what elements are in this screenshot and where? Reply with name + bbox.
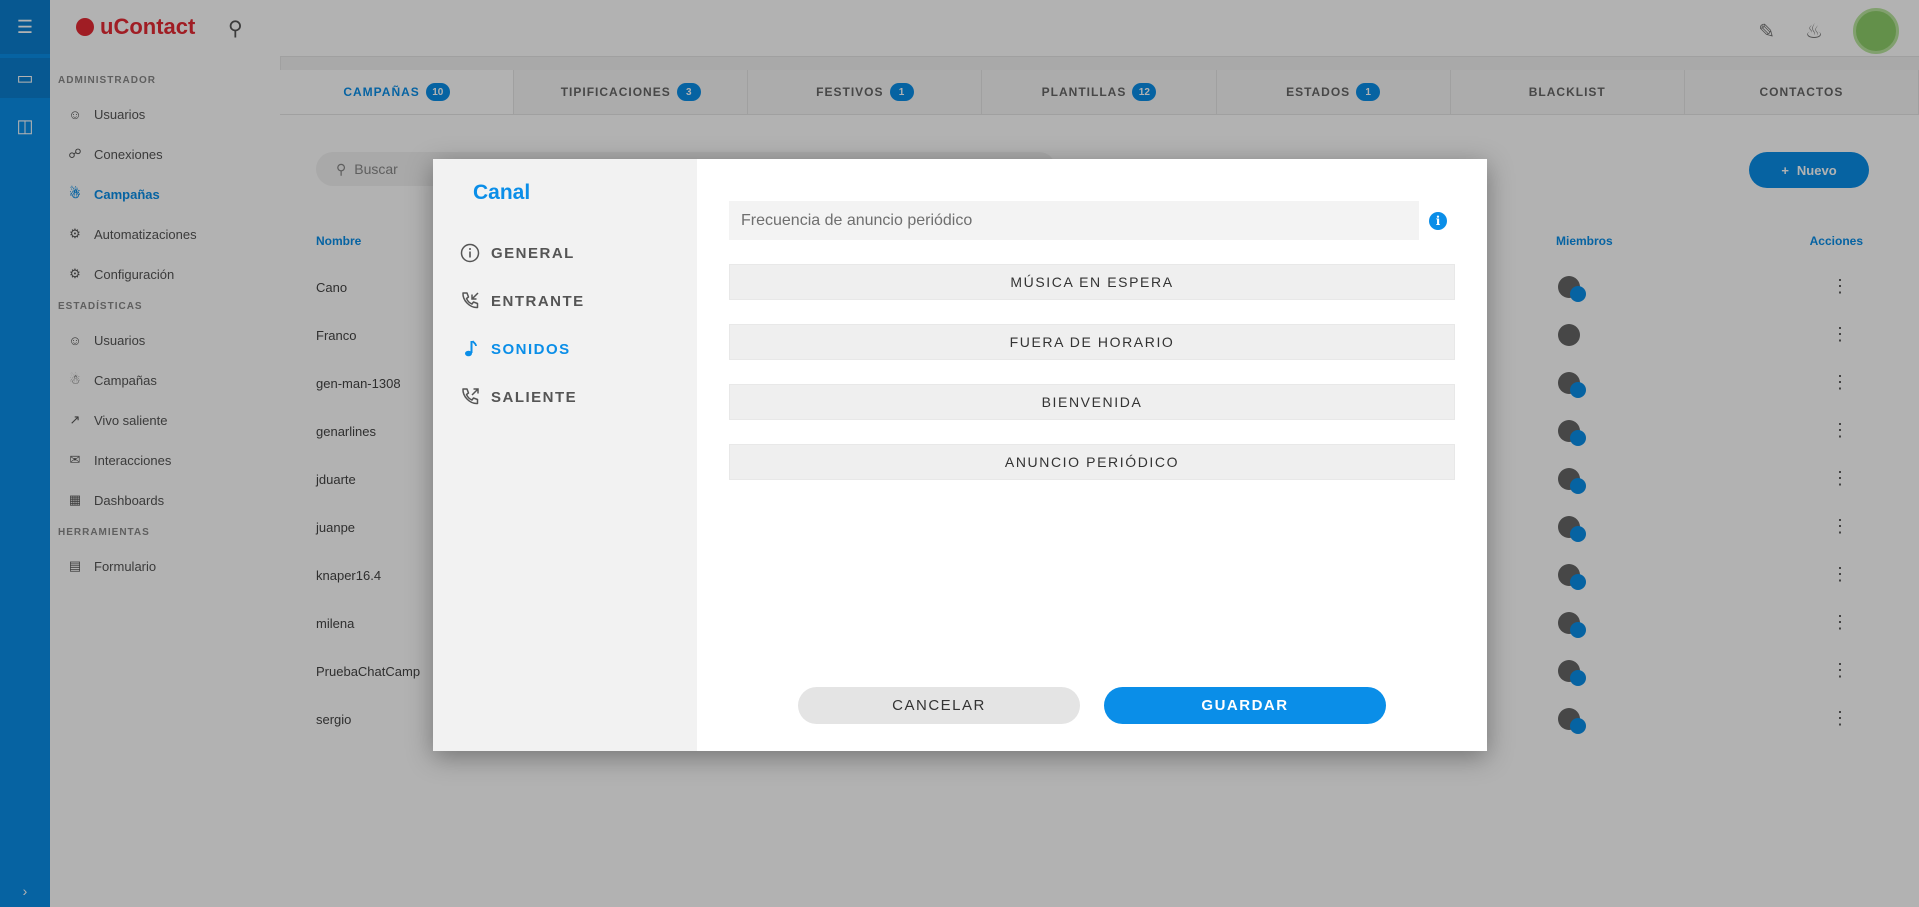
save-button[interactable]: GUARDAR	[1104, 687, 1386, 724]
dialog-menu-entrante[interactable]: ENTRANTE	[433, 277, 697, 325]
cancel-button[interactable]: CANCELAR	[798, 687, 1080, 724]
incoming-call-icon	[459, 290, 481, 312]
outgoing-call-icon	[459, 386, 481, 408]
info-icon[interactable]: i	[1429, 211, 1447, 230]
welcome-button[interactable]: BIENVENIDA	[729, 384, 1455, 420]
dialog-sidebar: Canal GENERAL ENTRANTE SONIDOS SALIENTE	[433, 159, 697, 751]
frequency-input[interactable]	[729, 201, 1419, 240]
channel-dialog: Canal GENERAL ENTRANTE SONIDOS SALIENTE …	[433, 159, 1487, 751]
dialog-menu-general[interactable]: GENERAL	[433, 229, 697, 277]
info-circle-icon	[459, 242, 481, 264]
dialog-menu: GENERAL ENTRANTE SONIDOS SALIENTE	[433, 229, 697, 421]
dialog-menu-sonidos[interactable]: SONIDOS	[433, 325, 697, 373]
periodic-announcement-button[interactable]: ANUNCIO PERIÓDICO	[729, 444, 1455, 480]
frequency-row: i	[729, 201, 1447, 240]
music-note-icon	[459, 338, 481, 360]
dialog-title: Canal	[473, 181, 531, 204]
dialog-content: i MÚSICA EN ESPERA FUERA DE HORARIO BIEN…	[697, 159, 1487, 751]
music-on-hold-button[interactable]: MÚSICA EN ESPERA	[729, 264, 1455, 300]
dialog-menu-saliente[interactable]: SALIENTE	[433, 373, 697, 421]
out-of-hours-button[interactable]: FUERA DE HORARIO	[729, 324, 1455, 360]
